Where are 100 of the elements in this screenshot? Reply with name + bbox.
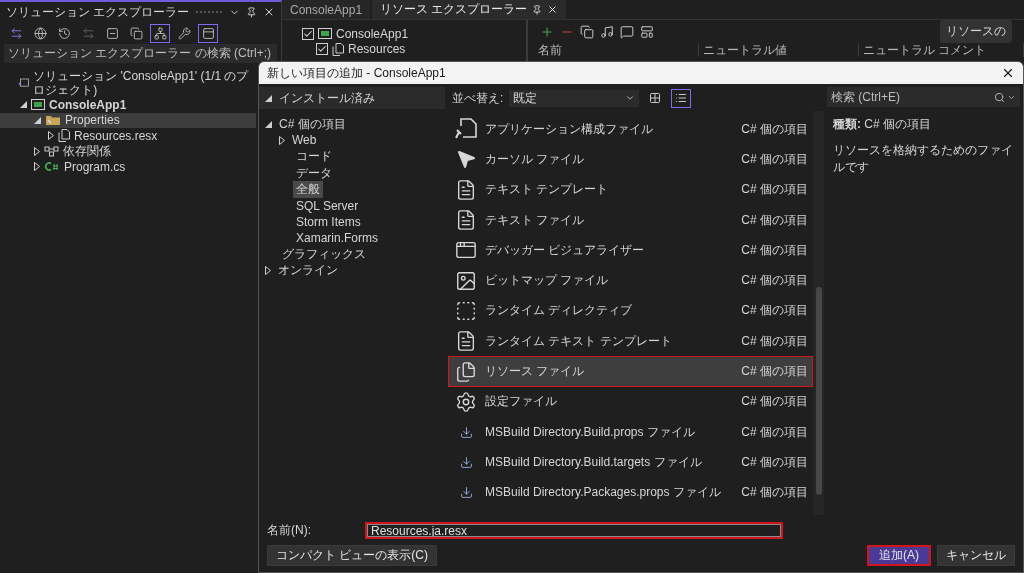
template-category: C# 個の項目 xyxy=(741,272,808,290)
template-name: MSBuild Directory.Build.props ファイル xyxy=(485,423,696,441)
template-item[interactable]: テキスト ファイル C# 個の項目 xyxy=(448,204,813,236)
project-icon xyxy=(31,99,45,111)
category-label[interactable]: データ xyxy=(293,164,335,182)
category-label[interactable]: Web xyxy=(289,133,320,148)
collapse-arrow-icon[interactable] xyxy=(279,135,285,145)
column-header[interactable]: 名前 xyxy=(534,43,699,57)
document-tab[interactable]: ConsoleApp1 xyxy=(282,0,371,19)
category-label[interactable]: インストール済み xyxy=(276,89,378,107)
template-item[interactable]: デバッガー ビジュアライザー C# 個の項目 xyxy=(448,235,813,266)
category-label[interactable]: コード xyxy=(293,148,335,166)
category-item[interactable]: グラフィックス xyxy=(259,246,445,263)
download-icon xyxy=(459,486,473,500)
tree-item[interactable]: Properties xyxy=(0,112,256,128)
tree-item[interactable]: Resources xyxy=(282,41,526,57)
add-button[interactable]: 追加(A) xyxy=(867,545,931,566)
column-header[interactable]: ニュートラル コメント xyxy=(859,43,1024,57)
caret-icon xyxy=(625,93,636,103)
template-name: MSBuild Directory.Packages.props ファイル xyxy=(485,484,722,502)
checkbox[interactable] xyxy=(316,43,328,56)
category-item[interactable]: データ xyxy=(259,164,445,182)
template-name: ランタイム ディレクティブ xyxy=(485,302,634,320)
category-label[interactable]: Xamarin.Forms xyxy=(293,231,381,246)
gear-icon xyxy=(455,390,477,413)
tree-item[interactable]: ConsoleApp1 xyxy=(0,97,256,113)
category-item[interactable]: インストール済み xyxy=(259,87,445,109)
panel-title: ソリューション エクスプローラー xyxy=(6,3,190,21)
template-category: C# 個の項目 xyxy=(741,211,808,229)
sort-dropdown[interactable]: 既定 xyxy=(509,89,640,107)
text-file-icon xyxy=(455,330,477,353)
tree-item[interactable]: Resources.resx xyxy=(0,128,256,144)
template-item[interactable]: MSBuild Directory.Build.props ファイル C# 個の項目 xyxy=(448,416,813,448)
grid-icon xyxy=(649,92,662,104)
category-item[interactable]: Storm Items xyxy=(259,213,445,231)
category-item[interactable]: Web xyxy=(259,132,445,149)
template-item[interactable]: MSBuild Directory.Build.targets ファイル C# 個の項目 xyxy=(448,447,813,478)
category-item[interactable]: オンライン xyxy=(259,262,445,279)
name-field[interactable]: Resources.ja.resx xyxy=(365,522,783,539)
expand-arrow-icon[interactable] xyxy=(265,94,272,102)
category-label[interactable]: 全般 xyxy=(293,180,323,198)
side-button[interactable]: リソースの xyxy=(940,20,1012,43)
template-category: C# 個の項目 xyxy=(741,363,808,380)
scrollbar[interactable] xyxy=(813,111,824,515)
template-item[interactable]: ランタイム ディレクティブ C# 個の項目 xyxy=(448,295,813,327)
category-label[interactable]: C# 個の項目 xyxy=(276,115,349,133)
template-item[interactable]: 設定ファイル C# 個の項目 xyxy=(448,386,813,417)
cancel-button[interactable]: キャンセル xyxy=(937,545,1015,566)
pages-icon xyxy=(58,129,70,143)
template-item[interactable]: MSBuild Directory.Packages.props ファイル C# 個の項目 xyxy=(448,477,813,508)
list-icon xyxy=(675,92,688,104)
category-item[interactable]: SQL Server xyxy=(259,197,445,214)
close-icon[interactable] xyxy=(263,6,275,18)
search-field[interactable]: 検索 (Ctrl+E) xyxy=(827,87,1020,107)
template-category: C# 個の項目 xyxy=(741,302,808,320)
category-label[interactable]: SQL Server xyxy=(293,198,362,213)
collapse-arrow-icon[interactable] xyxy=(265,266,271,276)
close-icon[interactable] xyxy=(547,4,559,15)
template-name: ランタイム テキスト テンプレート xyxy=(485,332,673,350)
column-header[interactable]: ニュートラル値 xyxy=(699,43,859,57)
category-label[interactable]: Storm Items xyxy=(293,214,364,229)
tree-item[interactable]: Program.cs xyxy=(0,159,256,175)
download-icon xyxy=(459,425,473,439)
checkbox[interactable] xyxy=(302,27,314,40)
category-label[interactable]: オンライン xyxy=(275,262,341,280)
category-item[interactable]: C# 個の項目 xyxy=(259,116,445,133)
template-item[interactable]: カーソル ファイル C# 個の項目 xyxy=(448,144,813,175)
text-file-icon xyxy=(455,209,477,232)
template-category: C# 個の項目 xyxy=(741,484,808,502)
document-tab[interactable]: リソース エクスプローラー xyxy=(372,0,567,19)
pages-icon xyxy=(332,42,344,56)
compact-view-button[interactable]: コンパクト ビューの表示(C) xyxy=(267,545,437,566)
template-name: リソース ファイル xyxy=(485,363,586,380)
tree-item[interactable]: 依存関係 xyxy=(0,143,256,159)
music-icon[interactable] xyxy=(600,24,614,39)
template-item[interactable]: リソース ファイル C# 個の項目 xyxy=(448,356,813,387)
nodes-icon xyxy=(44,145,59,157)
category-label[interactable]: グラフィックス xyxy=(279,246,369,264)
template-item[interactable]: テキスト テンプレート C# 個の項目 xyxy=(448,174,813,205)
view-button[interactable] xyxy=(671,88,692,108)
pin-icon[interactable] xyxy=(246,6,257,18)
name-label: 名前(N): xyxy=(267,522,312,539)
layout-icon[interactable] xyxy=(640,24,654,39)
template-item[interactable]: アプリケーション構成ファイル C# 個の項目 xyxy=(448,114,813,145)
search-field[interactable]: ソリューション エクスプローラー の検索 (Ctrl+;) xyxy=(4,44,277,63)
copy-icon[interactable] xyxy=(580,24,594,39)
search-icon[interactable] xyxy=(994,91,1005,103)
template-item[interactable]: ランタイム テキスト テンプレート C# 個の項目 xyxy=(448,326,813,357)
category-item[interactable]: コード xyxy=(259,148,445,165)
comment-icon[interactable] xyxy=(620,24,634,39)
pin-icon[interactable] xyxy=(532,4,543,15)
template-name: デバッガー ビジュアライザー xyxy=(485,241,646,259)
template-item[interactable]: ビットマップ ファイル C# 個の項目 xyxy=(448,265,813,296)
category-item[interactable]: Xamarin.Forms xyxy=(259,230,445,247)
tree-item[interactable]: ソリューション 'ConsoleApp1' (1/1 のプロジェクト) xyxy=(0,69,256,97)
template-category: C# 個の項目 xyxy=(741,150,808,168)
close-icon[interactable] xyxy=(1001,66,1015,80)
tree-item[interactable]: ConsoleApp1 xyxy=(282,26,526,42)
category-item[interactable]: 全般 xyxy=(259,181,445,198)
expand-arrow-icon[interactable] xyxy=(265,120,272,128)
